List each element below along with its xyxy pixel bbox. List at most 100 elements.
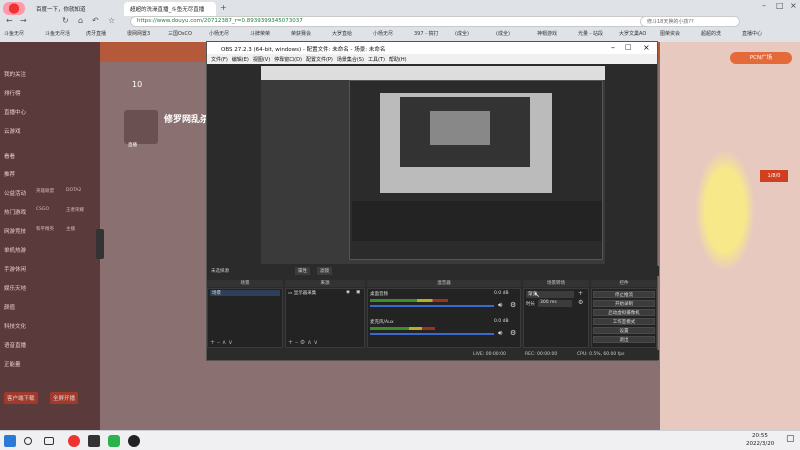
sidebar-item[interactable]: 推荐	[4, 170, 15, 178]
bookmark-item[interactable]: 斗鱼无尽	[4, 30, 24, 37]
obs-maximize-button[interactable]: □	[625, 43, 632, 51]
bookmark-item[interactable]: 超超的洗	[701, 30, 721, 37]
bookmark-item[interactable]: 三国OsCO	[168, 30, 192, 37]
window-maximize-button[interactable]: □	[776, 1, 784, 10]
sidebar-item[interactable]: 语音直播	[4, 341, 26, 349]
bookmark-item[interactable]: 斗鱼无尽活	[45, 30, 70, 37]
sidebar-item[interactable]: 颜值	[4, 303, 15, 311]
tab-douyu[interactable]: 超超的洗澡直播_斗鱼无尽直播	[124, 2, 216, 16]
bookmark-item[interactable]: 397 - 搞打	[414, 30, 439, 37]
add-icon[interactable]: +	[210, 339, 215, 346]
obs-control-button[interactable]: 退出	[593, 336, 655, 343]
obs-preview[interactable]	[261, 66, 605, 264]
obs-control-button[interactable]: 停止推流	[593, 291, 655, 298]
obs-menu-item[interactable]: 停靠窗口(D)	[274, 56, 302, 63]
add-transition-icon[interactable]: +	[578, 290, 583, 297]
obs-menu-item[interactable]: 配置文件(P)	[306, 56, 333, 63]
properties-button[interactable]: 属性	[295, 267, 310, 275]
browser-taskbar-icon[interactable]	[68, 435, 80, 447]
tab-baidu[interactable]: 百度一下，你就知道	[30, 2, 122, 16]
sidebar-item[interactable]: 网游竞技	[4, 227, 26, 235]
bookmark-item[interactable]: 图荣资会	[660, 30, 680, 37]
speaker-icon[interactable]: 🔊︎	[498, 329, 502, 338]
filters-button[interactable]: 滤镜	[317, 267, 332, 275]
window-close-button[interactable]: ×	[790, 1, 797, 10]
obs-menu-item[interactable]: 场景集合(S)	[337, 56, 364, 63]
bookmark-item[interactable]: 光量 - 站段	[578, 30, 603, 37]
lock-icon[interactable]: ▣	[356, 290, 360, 295]
up-arrow-icon[interactable]: ∧	[222, 339, 226, 346]
sidebar-item[interactable]: 我的关注	[4, 70, 26, 78]
search-box[interactable]: 修斗18天换的小孩??	[640, 16, 740, 27]
sidebar-sublink[interactable]: 和平精英	[36, 226, 54, 232]
undo-icon[interactable]: ↶	[92, 16, 99, 26]
obs-menu-item[interactable]: 帮助(H)	[389, 56, 407, 63]
volume-slider[interactable]	[370, 333, 494, 335]
visibility-eye-icon[interactable]: ◉	[346, 290, 350, 295]
notification-icon[interactable]: ▢	[786, 434, 795, 444]
bookmark-item[interactable]: 小杨无尽	[209, 30, 229, 37]
sidebar-scroll-handle[interactable]	[96, 229, 104, 259]
obs-menu-item[interactable]: 文件(F)	[211, 56, 228, 63]
address-bar[interactable]: https://www.douyu.com/20712387_r=0.89393…	[130, 16, 650, 27]
streamer-name[interactable]: 修罗网乱杀	[164, 112, 209, 125]
down-arrow-icon[interactable]: ∨	[228, 339, 232, 346]
bookmark-item[interactable]: (成全)	[455, 30, 469, 37]
duration-input[interactable]: 300 ms	[538, 300, 572, 307]
sidebar-item[interactable]: 正能量	[4, 360, 21, 368]
windows-start-icon[interactable]	[4, 435, 16, 447]
refresh-icon[interactable]: ↻	[62, 16, 69, 26]
gear-icon[interactable]: ⚙	[300, 339, 305, 346]
sidebar-item[interactable]: 公益活动	[4, 189, 26, 197]
bookmark-item[interactable]: 小杨无尽	[373, 30, 393, 37]
obs-menu-item[interactable]: 视图(V)	[253, 56, 270, 63]
scene-item[interactable]: 场景	[210, 290, 280, 296]
sidebar-sublink[interactable]: DOTA2	[66, 188, 81, 193]
sidebar-item[interactable]: 直播中心	[4, 108, 26, 116]
obs-control-button[interactable]: 启动虚拟摄像机	[593, 309, 655, 316]
sidebar-bottom-button[interactable]: 客户端下载	[4, 392, 38, 404]
add-source-icon[interactable]: +	[288, 339, 293, 346]
window-minimize-button[interactable]: –	[762, 1, 766, 10]
sidebar-sublink[interactable]: 主播	[66, 226, 75, 232]
star-icon[interactable]: ☆	[108, 16, 115, 26]
source-up-icon[interactable]: ∧	[307, 339, 311, 346]
streamer-avatar[interactable]	[124, 110, 158, 144]
bookmark-item[interactable]: 大罗直给	[332, 30, 352, 37]
obs-control-button[interactable]: 开始录制	[593, 300, 655, 307]
sidebar-item[interactable]: 科技文化	[4, 322, 26, 330]
new-tab-icon[interactable]: +	[220, 3, 227, 13]
obs-close-button[interactable]: ×	[643, 43, 650, 52]
sidebar-item[interactable]: 看看	[4, 152, 15, 160]
volume-slider[interactable]	[370, 305, 494, 307]
obs-control-button[interactable]: 工作室模式	[593, 318, 655, 325]
sidebar-bottom-button[interactable]: 全屏开播	[50, 392, 79, 404]
task-view-icon[interactable]	[44, 437, 54, 445]
sidebar-item[interactable]: 热门游戏	[4, 208, 26, 216]
transition-gear-icon[interactable]: ⚙	[578, 299, 583, 306]
sidebar-item[interactable]: 排行榜	[4, 89, 21, 97]
media-taskbar-icon[interactable]	[88, 435, 100, 447]
bookmark-item[interactable]: 大罗文巢AO	[619, 30, 646, 37]
back-icon[interactable]: ←	[6, 16, 13, 26]
speaker-icon[interactable]: 🔊︎	[498, 301, 502, 310]
source-down-icon[interactable]: ∨	[314, 339, 318, 346]
bookmark-item[interactable]: 荣获赛会	[291, 30, 311, 37]
sidebar-item[interactable]: 云游戏	[4, 127, 21, 135]
sidebar-sublink[interactable]: 王者荣耀	[66, 207, 84, 213]
browser-logo-icon[interactable]	[3, 2, 25, 15]
sidebar-item[interactable]: 手游休闲	[4, 265, 26, 273]
bookmark-item[interactable]: 直播中心	[742, 30, 762, 37]
forward-icon[interactable]: →	[20, 16, 27, 26]
obs-menu-item[interactable]: 编辑(E)	[232, 56, 249, 63]
search-icon[interactable]	[24, 437, 32, 445]
channel-gear-icon[interactable]: ⚙	[510, 301, 516, 309]
wechat-taskbar-icon[interactable]	[108, 435, 120, 447]
obs-minimize-button[interactable]: –	[611, 43, 615, 52]
home-icon[interactable]: ⌂	[78, 16, 83, 26]
obs-menu-item[interactable]: 工具(T)	[368, 56, 385, 63]
sidebar-item[interactable]: 单机热游	[4, 246, 26, 254]
bookmark-item[interactable]: 很网网置3	[127, 30, 150, 37]
sidebar-item[interactable]: 娱乐天地	[4, 284, 26, 292]
source-item[interactable]: ▭ 显示器采集 ◉ ▣	[288, 290, 362, 296]
